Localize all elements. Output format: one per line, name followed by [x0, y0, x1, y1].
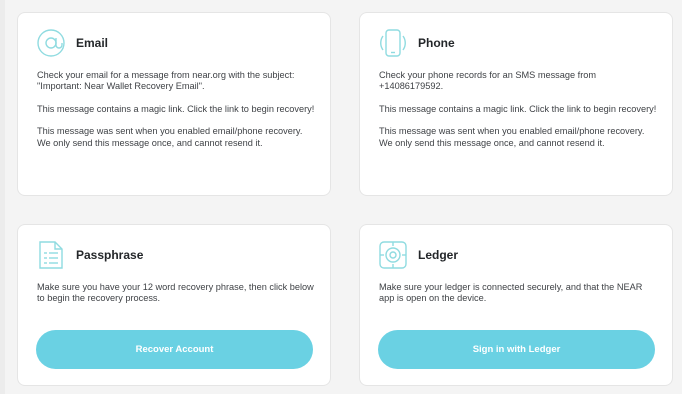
passphrase-card-paragraph: Make sure you have your 12 word recovery…	[37, 282, 314, 304]
passphrase-card-title: Passphrase	[76, 248, 144, 262]
passphrase-recovery-card: Passphrase Make sure you have your 12 wo…	[17, 224, 331, 386]
ledger-recovery-card: Ledger Make sure your ledger is connecte…	[359, 224, 673, 386]
ledger-card-paragraph: Make sure your ledger is connected secur…	[379, 282, 643, 304]
document-list-icon	[36, 240, 66, 270]
page-edge	[0, 0, 5, 394]
ledger-device-icon	[378, 240, 408, 270]
ledger-card-title: Ledger	[418, 248, 459, 262]
email-card-body: Check your email for a message from near…	[37, 70, 316, 149]
at-sign-icon	[36, 28, 66, 58]
phone-icon	[378, 28, 408, 58]
phone-card-body: Check your phone records for an SMS mess…	[379, 70, 658, 149]
phone-card-header: Phone	[378, 28, 455, 58]
phone-card-paragraph: This message contains a magic link. Clic…	[379, 103, 657, 114]
phone-card-paragraph: This message was sent when you enabled e…	[379, 126, 645, 148]
recover-account-button[interactable]: Recover Account	[36, 330, 313, 369]
phone-card-title: Phone	[418, 36, 455, 50]
email-card-header: Email	[36, 28, 108, 58]
ledger-card-body: Make sure your ledger is connected secur…	[379, 282, 658, 305]
phone-recovery-card: Phone Check your phone records for an SM…	[359, 12, 673, 196]
passphrase-card-header: Passphrase	[36, 240, 143, 270]
sign-in-with-ledger-button[interactable]: Sign in with Ledger	[378, 330, 655, 369]
email-card-paragraph: This message contains a magic link. Clic…	[37, 103, 315, 114]
email-card-paragraph: This message was sent when you enabled e…	[37, 126, 303, 148]
phone-card-paragraph: Check your phone records for an SMS mess…	[379, 70, 597, 92]
email-card-paragraph: Check your email for a message from near…	[37, 70, 295, 92]
recovery-options-page: Email Check your email for a message fro…	[0, 0, 682, 394]
email-recovery-card: Email Check your email for a message fro…	[17, 12, 331, 196]
passphrase-card-body: Make sure you have your 12 word recovery…	[37, 282, 316, 305]
ledger-card-header: Ledger	[378, 240, 458, 270]
email-card-title: Email	[76, 36, 109, 50]
